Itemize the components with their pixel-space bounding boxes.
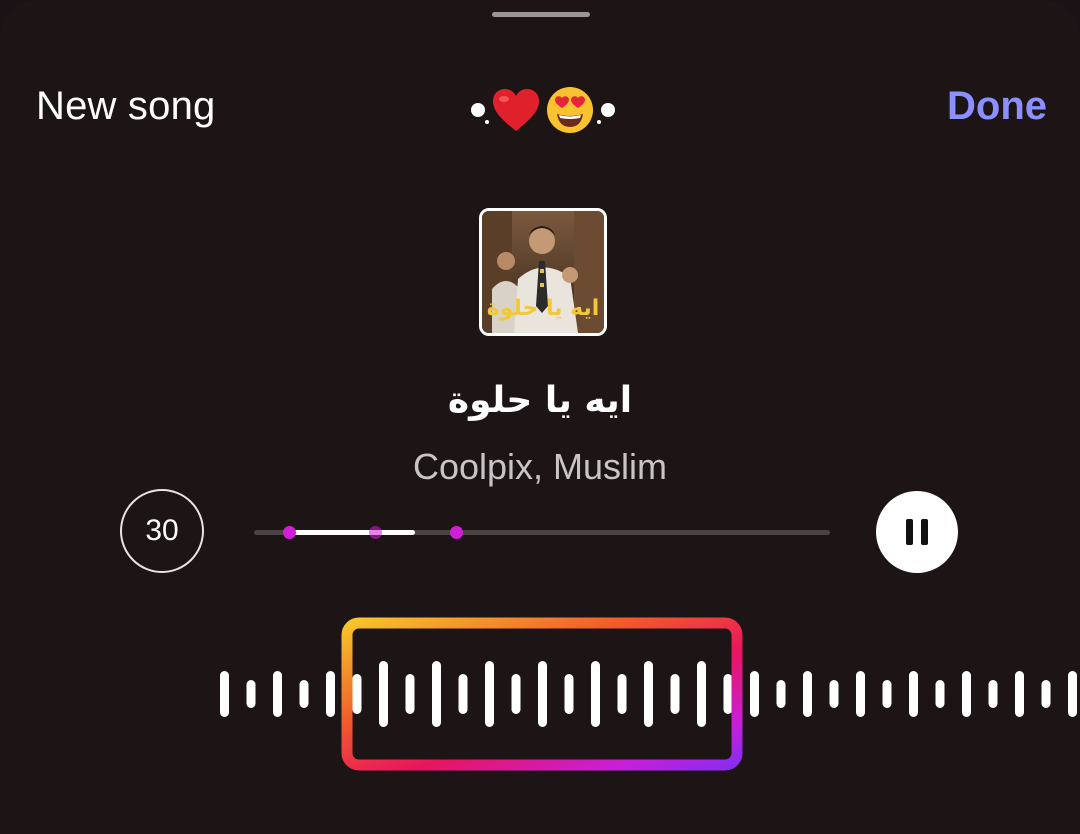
progress-marker (282, 526, 296, 539)
waveform-bar (617, 674, 627, 714)
waveform-bar (485, 661, 494, 727)
dot-icon (485, 120, 489, 124)
progress-marker (449, 526, 463, 539)
waveform-bar (246, 680, 256, 708)
waveform-bar (538, 661, 547, 727)
waveform-bar (935, 680, 945, 708)
waveform-bar (591, 661, 600, 727)
duration-selector[interactable]: 30 (120, 489, 204, 573)
waveform-bar (379, 661, 388, 727)
waveform-bar (776, 680, 786, 708)
progress-fill (290, 530, 416, 535)
waveform-bar (697, 661, 706, 727)
new-song-label: New song (36, 84, 216, 128)
duration-value: 30 (145, 514, 179, 547)
waveform-bar (458, 674, 468, 714)
waveform-scrubber[interactable] (0, 600, 1080, 790)
waveform-bar (405, 674, 415, 714)
waveform-bar (1068, 671, 1077, 717)
waveform-bar (326, 671, 335, 717)
waveform-bar (299, 680, 309, 708)
dot-icon (601, 103, 615, 117)
track-artists: Coolpix, Muslim (412, 446, 668, 487)
waveform-bar (511, 674, 521, 714)
cover-title-text: ايه يا حلوة (487, 296, 600, 321)
waveform-bar (882, 680, 892, 708)
progress-marker (368, 526, 382, 539)
album-cover-art: ايه يا حلوة (482, 211, 604, 333)
sheet-grabber[interactable] (492, 12, 590, 17)
music-picker-sheet: New song Done ايه يا حلوة ايه يا حلوة Co… (0, 0, 1080, 834)
waveform-bar (856, 671, 865, 717)
progress-track[interactable] (254, 526, 830, 539)
dot-icon (471, 103, 485, 117)
done-button[interactable]: Done (947, 84, 1047, 129)
waveform-bar (1041, 680, 1051, 708)
dot-icon (597, 120, 601, 124)
waveform-bar (909, 671, 918, 717)
pause-icon (906, 519, 928, 545)
waveform-bar (723, 674, 733, 714)
heart-emoji-icon (493, 89, 539, 131)
emoji-title (448, 82, 638, 138)
heart-eyes-emoji-icon (547, 87, 593, 133)
waveform-bar (644, 661, 653, 727)
waveform-bar (988, 680, 998, 708)
waveform-bar (432, 661, 441, 727)
waveform-bar (352, 674, 362, 714)
track-title: ايه يا حلوة (447, 380, 633, 421)
waveform-bar (962, 671, 971, 717)
waveform-bar (220, 671, 229, 717)
waveform-bar (670, 674, 680, 714)
pause-button[interactable] (876, 491, 958, 573)
album-cover: ايه يا حلوة (479, 208, 607, 336)
waveform-bar (1015, 671, 1024, 717)
waveform-bar (803, 671, 812, 717)
waveform-bar (273, 671, 282, 717)
waveform-bar (564, 674, 574, 714)
waveform-bar (750, 671, 759, 717)
waveform-bar (829, 680, 839, 708)
